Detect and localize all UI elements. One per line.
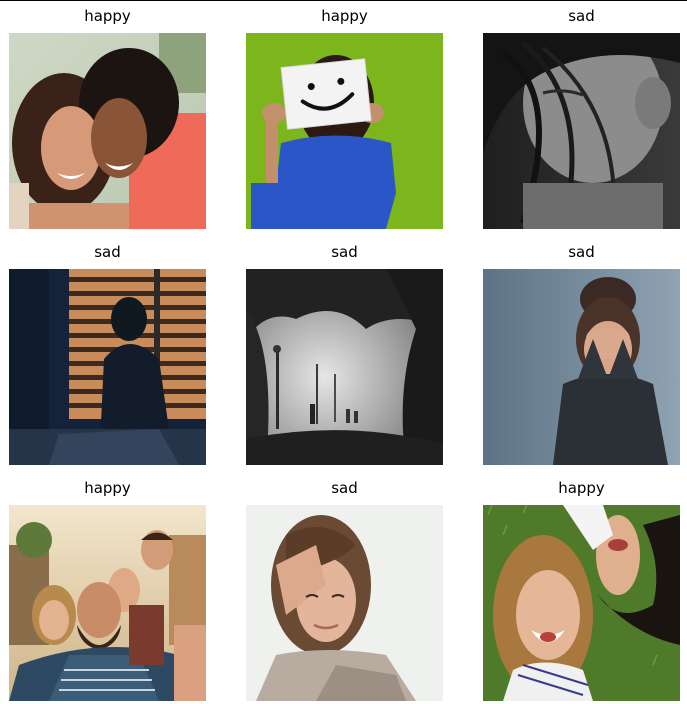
image-tile: sad [9,241,206,465]
tile-label: sad [568,7,595,25]
tile-label: sad [568,243,595,261]
image-tile: sad [246,477,443,701]
tile-label: sad [94,243,121,261]
tile-label: happy [84,7,131,25]
image-tile: happy [483,477,680,701]
tile-label: sad [331,243,358,261]
image-tile: happy [9,477,206,701]
image-tile: sad [483,241,680,465]
tile-label: happy [558,479,605,497]
image-tile: happy [9,5,206,229]
two-women-lying-grass-photo [483,505,680,701]
image-tile: happy [246,5,443,229]
two-women-laughing-photo [9,33,206,229]
smiley-sign-woman-photo [246,33,443,229]
man-head-in-hands-window-photo [9,269,206,465]
image-tile: sad [246,241,443,465]
image-tile: sad [483,5,680,229]
tile-label: happy [321,7,368,25]
woman-hands-over-face-photo [483,269,680,465]
group-selfie-friends-photo [9,505,206,701]
tile-label: happy [84,479,131,497]
tile-label: sad [331,479,358,497]
bw-woman-hair-face-photo [483,33,680,229]
woman-hand-on-head-photo [246,505,443,701]
top-border-line [0,0,687,1]
foggy-park-lamps-photo [246,269,443,465]
